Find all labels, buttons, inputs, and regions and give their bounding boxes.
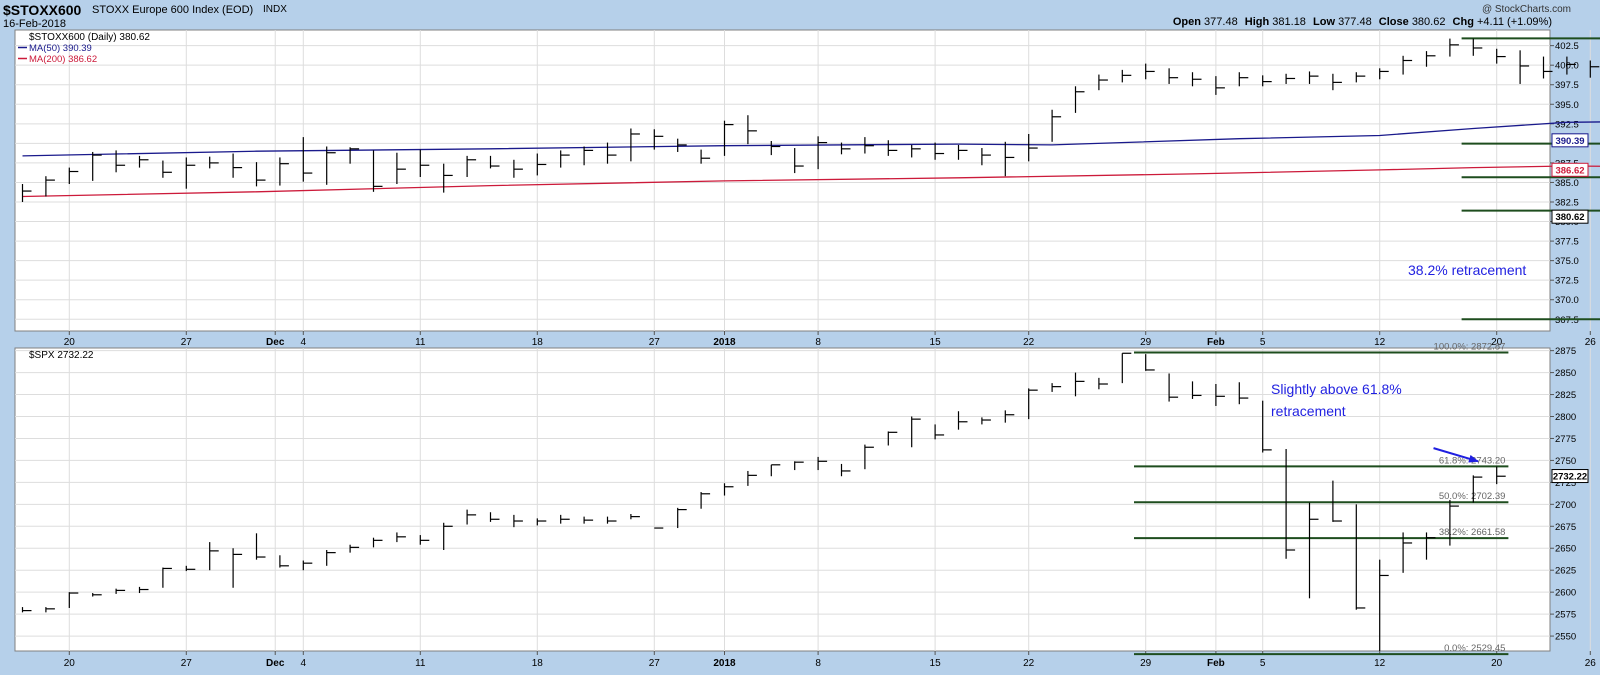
panel-2-y-label: 2850 xyxy=(1555,368,1576,379)
panel-2-legend-main: $SPX 2732.22 xyxy=(29,350,94,361)
panel-2-x-label: Dec xyxy=(266,658,285,669)
panel-1-price-tag-text: 380.62 xyxy=(1555,212,1584,223)
panel-1-y-label: 372.5 xyxy=(1555,276,1579,287)
panel-1-x-label: 12 xyxy=(1374,337,1386,348)
panel-1-price-tag: 386.62 xyxy=(1551,162,1589,177)
panel-2-y-label: 2600 xyxy=(1555,588,1576,599)
panel-1-y-label: 377.5 xyxy=(1555,237,1579,248)
panel-2-x-label: 22 xyxy=(1023,658,1035,669)
panel-1-y-label: 397.5 xyxy=(1555,80,1579,91)
panel-2-y-label: 2775 xyxy=(1555,434,1576,445)
panel-2-x-label: 12 xyxy=(1374,658,1386,669)
panel-2-x-label: Feb xyxy=(1207,658,1225,669)
panel-1-x-label: 22 xyxy=(1023,337,1035,348)
panel-2-price-tag-text: 2732.22 xyxy=(1553,472,1587,483)
panel-1-price-tag-text: 390.39 xyxy=(1555,136,1584,147)
panel-2-x-label: 2018 xyxy=(713,658,736,669)
panel-2-x-label: 18 xyxy=(532,658,544,669)
panel-1-x-label: Dec xyxy=(266,337,285,348)
panel-1-x-label: 11 xyxy=(415,337,426,348)
panel-2-fib-label: 50.0%: 2702.39 xyxy=(1439,491,1506,502)
panel-1-legend-ma200: MA(200) 386.62 xyxy=(29,54,97,65)
panel-2-y-label: 2800 xyxy=(1555,412,1576,423)
panel-1-y-label: 392.5 xyxy=(1555,119,1579,130)
panel-2-y-label: 2550 xyxy=(1555,632,1576,643)
panel-2-chart: 20 27 Dec 4 11 18 27 2018 8 15 22 29 Feb 5 12 20 26 2550 2… xyxy=(14,342,1597,669)
panel-1-y-label: 375.0 xyxy=(1555,256,1579,267)
panel-1-y-label: 382.5 xyxy=(1555,198,1579,209)
panel-1-x-label: 27 xyxy=(649,337,661,348)
panel-1-y-label: 395.0 xyxy=(1555,100,1579,111)
panel-2-annotation-text-line2: retracement xyxy=(1271,403,1346,419)
panel-2-y-label: 2875 xyxy=(1555,346,1576,357)
panel-1-x-label: 18 xyxy=(532,337,544,348)
panel-1-ohlc-bar xyxy=(1589,60,1600,78)
panel-1-x-label: 15 xyxy=(930,337,942,348)
panel-2-x-label: 5 xyxy=(1260,658,1266,669)
panel-1-x-label: 4 xyxy=(301,337,307,348)
panel-2-price-tag: 2732.22 xyxy=(1551,469,1589,484)
panel-2-x-label: 26 xyxy=(1585,658,1597,669)
panel-1-x-label: 2018 xyxy=(713,337,736,348)
panel-2-x-label: 11 xyxy=(415,658,426,669)
panel-2-x-label: 8 xyxy=(815,658,821,669)
panel-1-legend-ma50: MA(50) 390.39 xyxy=(29,43,92,54)
panel-2-fib-label: 100.0%: 2872.87 xyxy=(1434,342,1506,353)
panel-2-annotation-text-line1: Slightly above 61.8% xyxy=(1271,381,1402,397)
panel-1-x-label: 26 xyxy=(1585,337,1597,348)
panel-2-y-label: 2700 xyxy=(1555,500,1576,511)
panel-1-x-label: 29 xyxy=(1140,337,1152,348)
panel-2-y-label: 2750 xyxy=(1555,456,1576,467)
panel-1-y-label: 402.5 xyxy=(1555,41,1579,52)
panel-1-legend-main: $STOXX600 (Daily) 380.62 xyxy=(29,32,150,43)
panel-1-price-tag: 390.39 xyxy=(1551,133,1589,148)
panel-2-fib-label: 0.0%: 2529.45 xyxy=(1444,643,1505,654)
panel-1-y-label: 370.0 xyxy=(1555,295,1579,306)
panel-1-price-tag-text: 386.62 xyxy=(1555,165,1584,176)
panel-2-x-label: 4 xyxy=(301,658,307,669)
panel-2-fib-label: 38.2%: 2661.58 xyxy=(1439,527,1506,538)
panel-2-x-label: 15 xyxy=(930,658,942,669)
panel-1-x-label: 8 xyxy=(815,337,821,348)
panel-1-price-tag: 380.62 xyxy=(1551,209,1589,224)
chart-canvas: 2027Dec411182720188152229Feb5122026367.5… xyxy=(14,29,1600,669)
panel-2-y-label: 2825 xyxy=(1555,390,1576,401)
panel-2-y-label: 2625 xyxy=(1555,566,1576,577)
panel-2-y-label: 2575 xyxy=(1555,610,1576,621)
panel-2-x-label: 20 xyxy=(1491,658,1503,669)
panel-1-x-label: Feb xyxy=(1207,337,1225,348)
panel-2-y-label: 2675 xyxy=(1555,522,1576,533)
panel-1-x-label: 20 xyxy=(64,337,76,348)
panel-1-chart: 2027Dec411182720188152229Feb5122026367.5… xyxy=(14,29,1600,348)
panel-2-legend: $SPX 2732.22 xyxy=(29,350,94,361)
panel-2-x-label: 20 xyxy=(64,658,76,669)
panel-2-y-label: 2650 xyxy=(1555,544,1576,555)
panel-1-x-label: 27 xyxy=(181,337,193,348)
panel-1-y-label: 385.0 xyxy=(1555,178,1579,189)
panel-2-x-label: 27 xyxy=(649,658,661,669)
panel-1-annotation-text: 38.2% retracement xyxy=(1408,262,1526,278)
panel-2-x-label: 27 xyxy=(181,658,193,669)
panel-1-x-label: 5 xyxy=(1260,337,1266,348)
panel-2-x-label: 29 xyxy=(1140,658,1152,669)
panel-2-fib-label: 61.8%: 2743.20 xyxy=(1439,455,1506,466)
